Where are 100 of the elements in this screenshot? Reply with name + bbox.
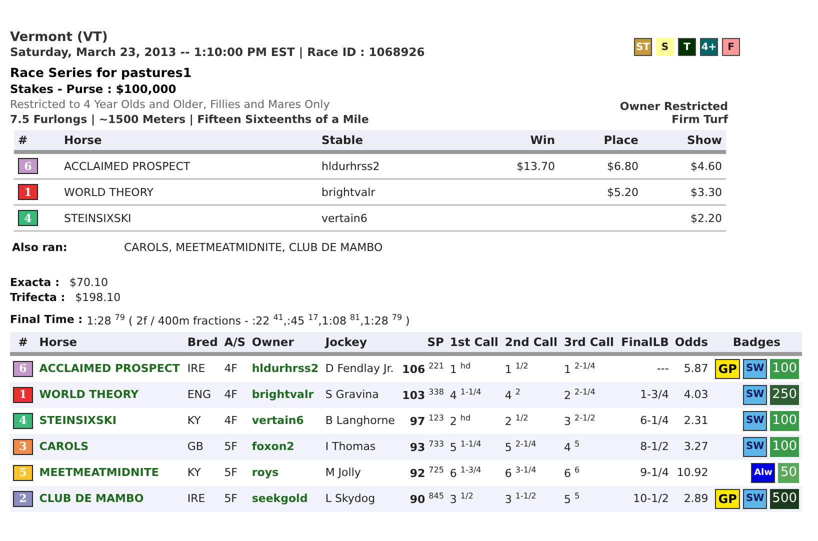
column-header: SP	[398, 332, 447, 354]
exotic-payout: $70.10	[69, 276, 108, 289]
owner-restriction: Owner Restricted	[620, 100, 728, 113]
column-header: Owner	[248, 332, 322, 354]
also-ran-list: CAROLS, MEETMEATMIDNITE, CLUB DE MAMBO	[124, 241, 383, 254]
post-number-badge: 1	[13, 386, 33, 403]
exotic-label: Exacta :	[10, 276, 60, 289]
call-position: 6 $^{3-1/4}$	[504, 466, 536, 480]
stakes-winner-badge: SW	[742, 488, 768, 509]
bred-cell: KY	[187, 414, 201, 428]
race-restrictions: Restricted to 4 Year Olds and Older, Fillies and Mares Only	[10, 98, 331, 111]
call-position: 6 $^{1-3/4}$	[450, 466, 482, 480]
earnings-badge: 100	[770, 436, 799, 457]
show-payout: $4.60	[690, 160, 722, 172]
win-payout: $13.70	[516, 160, 556, 172]
horse-link[interactable]: ACCLAIMED PROSPECT	[39, 362, 180, 376]
odds-cell: 2.31	[684, 414, 708, 428]
post-number-badge: 5	[13, 464, 33, 481]
condition-tag: T	[678, 38, 696, 56]
owner-link[interactable]: hldurhrss2	[252, 362, 319, 376]
odds-cell: 10.92	[676, 466, 708, 480]
call-position: 5 $^{2-1/4}$	[504, 440, 536, 454]
speed-figure: 106 $^{221}$	[402, 362, 444, 376]
horse-name: STEINSIXSKI	[64, 212, 132, 224]
call-position: 5 $^{1-1/4}$	[450, 440, 482, 454]
earnings-badge: 250	[770, 384, 799, 405]
final-lengths-behind: 9-1/4	[640, 466, 669, 480]
call-position: 2 $^{2-1/4}$	[564, 388, 596, 402]
column-header: 3rd Call	[560, 332, 618, 354]
odds-cell: 3.27	[684, 440, 708, 454]
post-number-badge: 3	[13, 438, 33, 455]
call-position: 1 $^{1/2}$	[504, 362, 528, 376]
column-header: Bred	[184, 332, 222, 354]
final-lengths-behind: ---	[656, 362, 669, 376]
race-distance: 7.5 Furlongs | ~1500 Meters | Fifteen Sixteenths of a Mile	[10, 113, 370, 126]
owner-link[interactable]: roys	[252, 466, 279, 480]
call-position: 2 $^{1/2}$	[504, 414, 528, 428]
earnings-badge: 500	[770, 488, 799, 509]
column-header: Jockey	[322, 332, 399, 354]
odds-cell: 5.87	[684, 362, 708, 376]
jockey-name: M Jolly	[325, 466, 361, 480]
column-header: Horse	[36, 332, 184, 354]
age-sex-cell: 5F	[224, 466, 238, 480]
stakes-winner-badge: SW	[742, 410, 768, 431]
place-payout: $6.80	[606, 160, 638, 172]
jockey-name: I Thomas	[325, 440, 376, 454]
column-header: A/S	[221, 332, 249, 354]
horse-link[interactable]: CAROLS	[39, 440, 89, 454]
speed-figure: 92 $^{725}$	[410, 466, 444, 480]
earnings-badge: 100	[770, 358, 799, 379]
column-header: #	[14, 130, 60, 152]
age-sex-cell: 4F	[224, 388, 238, 402]
jockey-name: B Langhorne	[325, 414, 395, 428]
column-header: Show	[642, 130, 726, 152]
post-number-badge: 6	[13, 360, 33, 377]
track-name: Vermont (VT)	[10, 30, 109, 45]
column-header: Place	[559, 130, 642, 152]
jockey-name: S Gravina	[325, 388, 379, 402]
horse-name: ACCLAIMED PROSPECT	[64, 160, 190, 172]
bred-cell: KY	[187, 466, 201, 480]
bred-cell: IRE	[187, 492, 206, 506]
age-sex-cell: 4F	[224, 414, 238, 428]
call-position: 3 $^{1/2}$	[450, 492, 474, 506]
stable-name: hldurhrss2	[322, 160, 380, 172]
horse-name: WORLD THEORY	[64, 186, 154, 198]
odds-cell: 2.89	[684, 492, 708, 506]
final-time-label: Final Time :	[10, 313, 83, 328]
speed-figure: 93 $^{733}$	[410, 440, 444, 454]
post-number-badge: 4	[18, 210, 38, 226]
stakes-winner-badge: SW	[742, 358, 768, 379]
call-position: 4 $^{1-1/4}$	[450, 388, 482, 402]
graded-placed-badge: GP	[715, 488, 740, 509]
stable-name: vertain6	[322, 212, 368, 224]
post-number-badge: 1	[18, 184, 38, 200]
bred-cell: GB	[187, 440, 204, 454]
final-lengths-behind: 6-1/4	[640, 414, 669, 428]
horse-link[interactable]: MEETMEATMIDNITE	[39, 466, 159, 480]
condition-tag: 4+	[700, 38, 718, 56]
column-header: 2nd Call	[502, 332, 561, 354]
speed-figure: 103 $^{338}$	[402, 388, 444, 402]
exotic-payout: $198.10	[75, 291, 121, 304]
call-position: 5 $^{5}$	[564, 492, 580, 506]
call-position: 1 $^{hd}$	[450, 362, 471, 376]
column-header: Win	[493, 130, 560, 152]
post-number-badge: 6	[18, 158, 38, 174]
horse-link[interactable]: STEINSIXSKI	[39, 414, 117, 428]
call-position: 1 $^{2-1/4}$	[564, 362, 596, 376]
owner-link[interactable]: vertain6	[252, 414, 304, 428]
race-purse: Stakes - Purse : $100,000	[10, 82, 178, 96]
column-header: FinalLB	[618, 332, 672, 354]
call-position: 3 $^{2-1/2}$	[564, 414, 596, 428]
show-payout: $2.20	[690, 212, 722, 224]
post-number-badge: 4	[13, 412, 33, 429]
condition-tag: ST	[634, 38, 652, 56]
graded-placed-badge: GP	[715, 358, 740, 379]
bred-cell: IRE	[187, 362, 206, 376]
column-header: Odds	[672, 332, 712, 354]
call-position: 4 $^{2}$	[504, 388, 520, 402]
race-info: Saturday, March 23, 2013 -- 1:10:00 PM EST | Race ID : 1068926	[10, 45, 425, 59]
odds-cell: 4.03	[684, 388, 708, 402]
